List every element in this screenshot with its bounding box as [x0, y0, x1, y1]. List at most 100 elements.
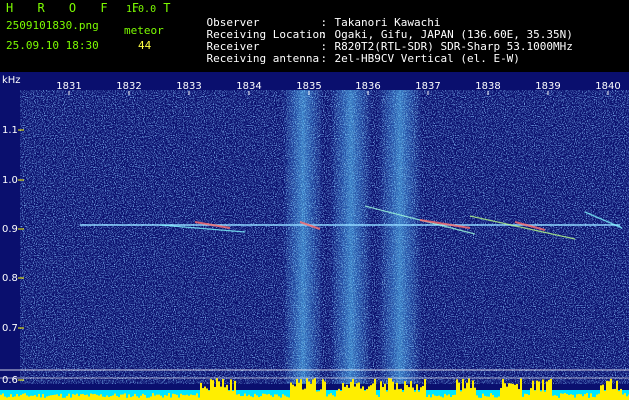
level-sample	[60, 393, 62, 400]
level-sample	[342, 382, 344, 400]
level-sample	[306, 378, 308, 400]
level-sample	[402, 391, 404, 400]
level-sample	[234, 380, 236, 400]
level-sample	[432, 394, 434, 400]
meteor-count-value: 44	[138, 39, 152, 52]
level-sample	[374, 378, 376, 400]
time-label: 1837	[415, 81, 440, 92]
level-sample	[98, 395, 100, 400]
level-sample	[624, 393, 626, 400]
interference-speckle	[382, 90, 418, 384]
level-sample	[436, 396, 438, 400]
level-sample	[580, 394, 582, 400]
level-sample	[22, 393, 24, 400]
level-sample	[314, 378, 316, 400]
level-sample	[564, 393, 566, 400]
level-sample	[294, 386, 296, 400]
level-sample	[348, 387, 350, 400]
frequency-label: 0.6	[2, 375, 18, 386]
level-sample	[550, 378, 552, 400]
level-sample	[230, 379, 232, 400]
frequency-unit: kHz	[2, 75, 21, 86]
level-sample	[240, 396, 242, 400]
level-sample	[34, 395, 36, 400]
level-sample	[614, 388, 616, 400]
level-sample	[474, 387, 476, 400]
level-sample	[120, 394, 122, 400]
level-sample	[214, 386, 216, 400]
level-sample	[116, 395, 118, 400]
level-sample	[606, 380, 608, 400]
level-sample	[86, 394, 88, 400]
time-label: 1839	[535, 81, 560, 92]
level-sample	[156, 394, 158, 400]
time-label: 1833	[176, 81, 201, 92]
level-sample	[232, 390, 234, 400]
level-sample	[464, 388, 466, 400]
level-sample	[176, 394, 178, 400]
level-sample	[392, 381, 394, 400]
level-sample	[502, 378, 504, 400]
level-sample	[10, 394, 12, 400]
level-sample	[94, 393, 96, 400]
level-sample	[420, 387, 422, 400]
level-sample	[570, 394, 572, 400]
level-sample	[100, 394, 102, 400]
level-sample	[504, 383, 506, 400]
level-sample	[110, 396, 112, 400]
level-sample	[24, 393, 26, 400]
level-sample	[454, 394, 456, 400]
level-sample	[132, 396, 134, 400]
meteor-count-label: meteor	[124, 24, 164, 37]
level-sample	[202, 388, 204, 400]
level-sample	[438, 395, 440, 400]
level-sample	[224, 387, 226, 400]
level-sample	[228, 390, 230, 400]
level-sample	[414, 391, 416, 400]
level-sample	[548, 379, 550, 400]
level-sample	[218, 381, 220, 400]
level-sample	[338, 388, 340, 400]
level-sample	[372, 383, 374, 400]
level-sample	[560, 393, 562, 400]
header: H R O F F T 1.0.0 2509101830.png 25.09.1…	[0, 0, 629, 72]
level-sample	[486, 396, 488, 400]
level-sample	[350, 381, 352, 400]
level-sample	[164, 395, 166, 400]
level-sample	[598, 393, 600, 400]
level-sample	[20, 394, 22, 400]
level-sample	[14, 396, 16, 400]
level-sample	[328, 394, 330, 400]
interference-bands	[283, 90, 422, 384]
level-sample	[382, 386, 384, 400]
level-sample	[166, 395, 168, 400]
level-sample	[76, 393, 78, 400]
level-sample	[112, 395, 114, 400]
level-sample	[244, 393, 246, 400]
level-sample	[364, 390, 366, 400]
level-sample	[434, 395, 436, 400]
level-sample	[358, 382, 360, 400]
level-sample	[182, 394, 184, 400]
level-sample	[282, 394, 284, 400]
level-sample	[80, 394, 82, 400]
level-sample	[444, 393, 446, 400]
level-sample	[462, 378, 464, 400]
level-sample	[476, 395, 478, 400]
level-sample	[196, 393, 198, 400]
level-sample	[526, 393, 528, 400]
level-sample	[220, 386, 222, 400]
level-sample	[38, 393, 40, 400]
level-sample	[532, 380, 534, 400]
level-sample	[498, 396, 500, 400]
level-sample	[366, 389, 368, 400]
level-sample	[386, 391, 388, 400]
level-sample	[600, 385, 602, 400]
level-sample	[172, 393, 174, 400]
level-sample	[128, 394, 130, 400]
level-sample	[88, 396, 90, 400]
frequency-label: 1.1	[2, 125, 18, 136]
level-sample	[222, 378, 224, 400]
level-sample	[368, 386, 370, 400]
frequency-label: 0.8	[2, 273, 18, 284]
